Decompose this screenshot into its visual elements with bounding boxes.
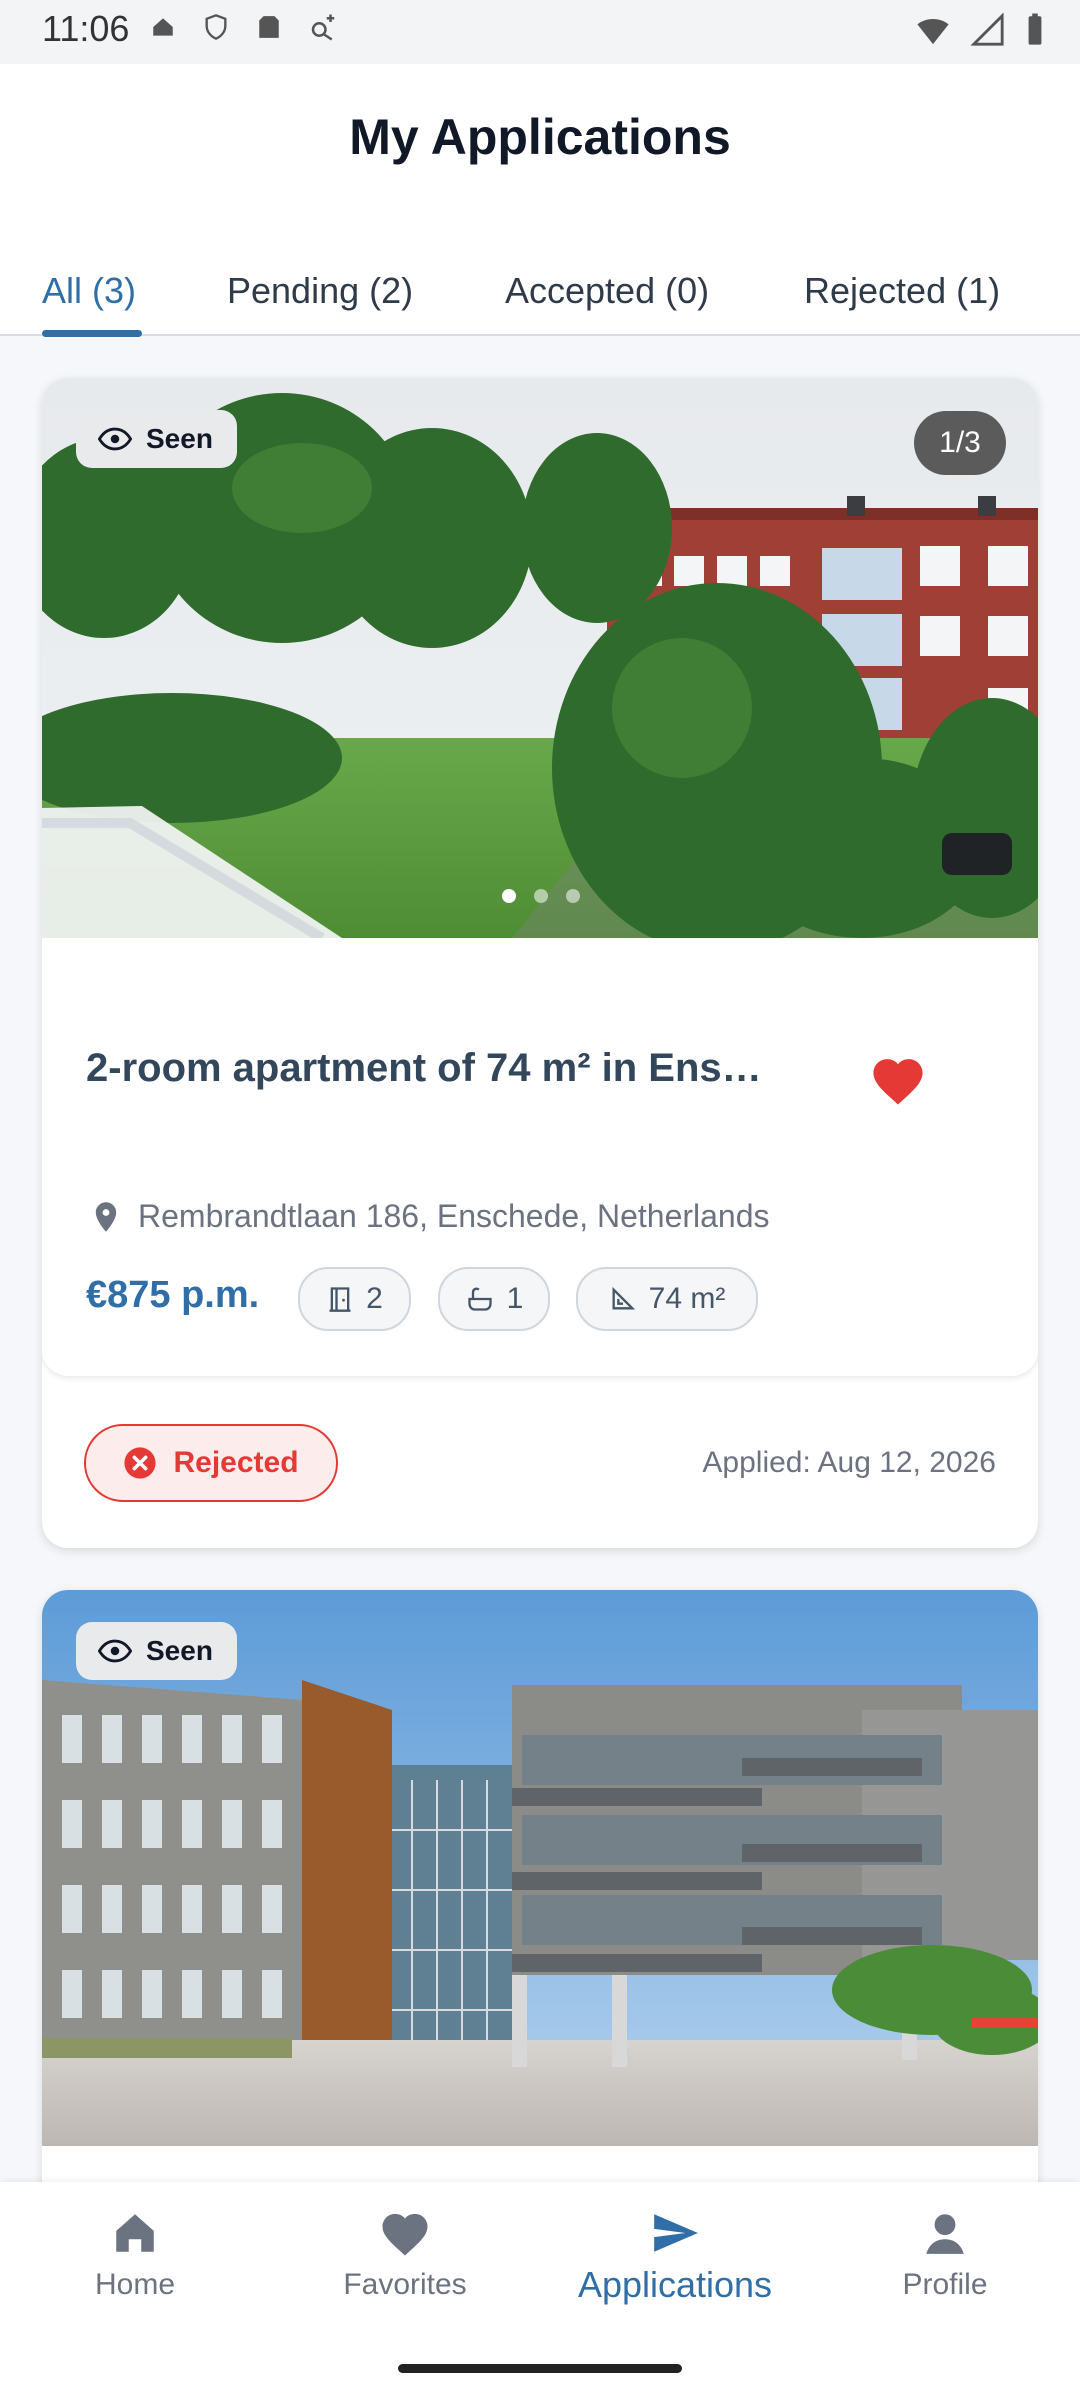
home-indicator[interactable]	[398, 2364, 682, 2373]
size-chip: 74 m²	[576, 1267, 758, 1331]
tab-all[interactable]: All (3)	[42, 270, 136, 312]
status-bar: 11:06	[0, 0, 1080, 64]
bathtub-icon	[467, 1287, 492, 1311]
listing-card[interactable]: Seen 1/3 2-room apartment of 74 m² in En…	[42, 378, 1038, 1376]
rejected-close-circle-icon	[124, 1447, 157, 1479]
listing-photo[interactable]: Seen	[42, 1590, 1038, 2146]
seen-label: Seen	[146, 423, 213, 454]
shield-icon	[205, 14, 227, 40]
bathrooms-count: 1	[506, 1282, 524, 1315]
application-card[interactable]: Seen	[42, 1590, 1038, 2220]
signal-icon	[970, 13, 1004, 46]
tab-accepted[interactable]: Accepted (0)	[505, 270, 709, 312]
nav-home[interactable]: Home	[25, 2208, 245, 2328]
application-card[interactable]: Seen 1/3 2-room apartment of 74 m² in En…	[42, 378, 1038, 1548]
photo-counter: 1/3	[914, 411, 1006, 475]
listing-photo[interactable]: Seen 1/3	[42, 378, 1038, 938]
wifi-icon	[917, 19, 949, 45]
size-value: 74 m²	[648, 1282, 726, 1315]
location-pin-icon	[95, 1201, 117, 1232]
page-title: My Applications	[349, 109, 731, 165]
address-text: Rembrandtlaan 186, Enschede, Netherlands	[138, 1198, 770, 1234]
home-icon	[116, 2214, 154, 2252]
heart-icon	[382, 2213, 428, 2256]
nav-favorites[interactable]: Favorites	[295, 2208, 515, 2328]
applied-date: Applied: Aug 12, 2026	[702, 1446, 996, 1479]
active-tab-indicator	[42, 330, 142, 337]
favorite-heart-icon[interactable]	[868, 1053, 928, 1107]
seen-badge: Seen	[76, 1622, 237, 1680]
door-icon	[329, 1287, 351, 1312]
status-badge-rejected: Rejected	[84, 1424, 338, 1502]
nav-profile[interactable]: Profile	[835, 2208, 1055, 2328]
rooms-chip: 2	[298, 1267, 411, 1331]
status-icons-left	[150, 12, 338, 42]
eye-icon	[98, 427, 132, 451]
photo-dot-active[interactable]	[502, 889, 516, 903]
photo-pagination	[502, 889, 580, 903]
profile-icon	[926, 2214, 964, 2254]
application-tabs: All (3) Pending (2) Accepted (0) Rejecte…	[0, 246, 1080, 337]
listing-title[interactable]: 2-room apartment of 74 m² in Ens…	[86, 1046, 762, 1091]
nav-applications-label: Applications	[577, 2264, 773, 2305]
photo-dot[interactable]	[534, 889, 548, 903]
status-time: 11:06	[42, 8, 130, 49]
battery-icon	[1028, 13, 1042, 45]
listing-price: €875 p.m.	[86, 1274, 260, 1316]
sd-card-icon	[259, 16, 279, 38]
seen-badge: Seen	[76, 410, 237, 468]
nav-home-label: Home	[94, 2268, 176, 2301]
send-icon	[654, 2214, 698, 2252]
home-status-icon	[153, 18, 173, 36]
nav-profile-label: Profile	[902, 2268, 988, 2301]
nav-applications[interactable]: Applications	[565, 2208, 785, 2328]
search-spark-icon	[311, 14, 335, 41]
tab-rejected[interactable]: Rejected (1)	[804, 270, 1000, 312]
tab-pending[interactable]: Pending (2)	[227, 270, 413, 312]
rooms-count: 2	[366, 1282, 383, 1315]
bathrooms-chip: 1	[438, 1267, 550, 1331]
ruler-triangle-icon	[612, 1286, 635, 1310]
seen-label: Seen	[146, 1635, 213, 1666]
photo-dot[interactable]	[566, 889, 580, 903]
status-icons-right	[914, 12, 1046, 48]
listing-address: Rembrandtlaan 186, Enschede, Netherlands	[92, 1198, 770, 1235]
nav-favorites-label: Favorites	[343, 2268, 467, 2301]
status-label: Rejected	[173, 1446, 299, 1479]
eye-icon	[98, 1639, 132, 1663]
app-bar: My Applications All (3) Pending (2) Acce…	[0, 64, 1080, 337]
